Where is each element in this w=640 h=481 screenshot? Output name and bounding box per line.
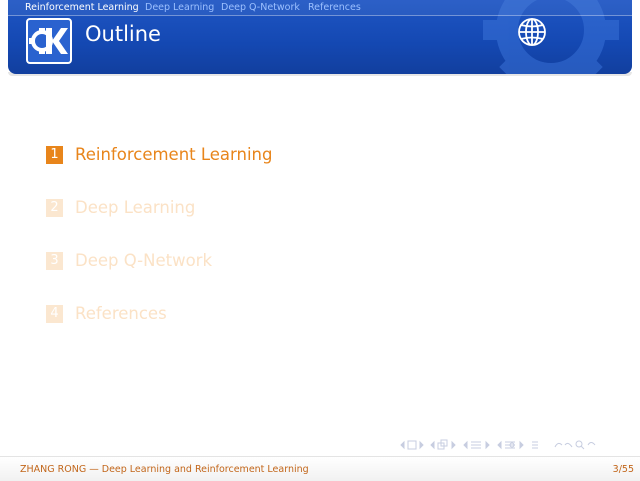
footer-separator: — xyxy=(89,464,99,475)
toc-number: 3 xyxy=(46,252,63,270)
footer-talk-title: Deep Learning and Reinforcement Learning xyxy=(101,464,309,475)
toc-label: References xyxy=(75,304,167,323)
slide-footer: ZHANG RONG — Deep Learning and Reinforce… xyxy=(0,456,640,481)
slide-title: Outline xyxy=(85,22,161,46)
prev-frame-icon[interactable] xyxy=(400,440,424,450)
back-forward-search-icon[interactable] xyxy=(554,440,596,450)
nav-references[interactable]: References xyxy=(308,2,361,13)
prev-section-icon[interactable] xyxy=(463,440,490,450)
kde-logo-icon xyxy=(26,18,72,64)
toc-label: Deep Q-Network xyxy=(75,251,213,270)
nav-deep-learning[interactable]: Deep Learning xyxy=(145,2,214,13)
footer-author: ZHANG RONG xyxy=(20,464,87,475)
toc-number: 4 xyxy=(46,305,63,323)
section-navigation: Reinforcement Learning Deep Learning Dee… xyxy=(8,0,632,16)
toc-number: 1 xyxy=(46,146,63,164)
toc-label: Deep Learning xyxy=(75,198,196,217)
prev-subsection-icon[interactable] xyxy=(430,439,456,450)
toc-label: Reinforcement Learning xyxy=(75,145,273,164)
kde-logo-glyph xyxy=(29,28,68,54)
globe-icon xyxy=(518,18,546,46)
slide-header: Reinforcement Learning Deep Learning Dee… xyxy=(8,0,632,74)
toc-number: 2 xyxy=(46,199,63,217)
document-icon[interactable] xyxy=(532,441,538,449)
prev-subsection-list-icon[interactable] xyxy=(497,440,524,450)
nav-deep-q-network[interactable]: Deep Q-Network xyxy=(221,2,300,13)
page-number: 3/55 xyxy=(612,464,634,475)
nav-reinforcement-learning[interactable]: Reinforcement Learning xyxy=(25,2,139,13)
footer-author-title: ZHANG RONG — Deep Learning and Reinforce… xyxy=(20,464,309,475)
beamer-navigation-symbols xyxy=(400,439,596,450)
